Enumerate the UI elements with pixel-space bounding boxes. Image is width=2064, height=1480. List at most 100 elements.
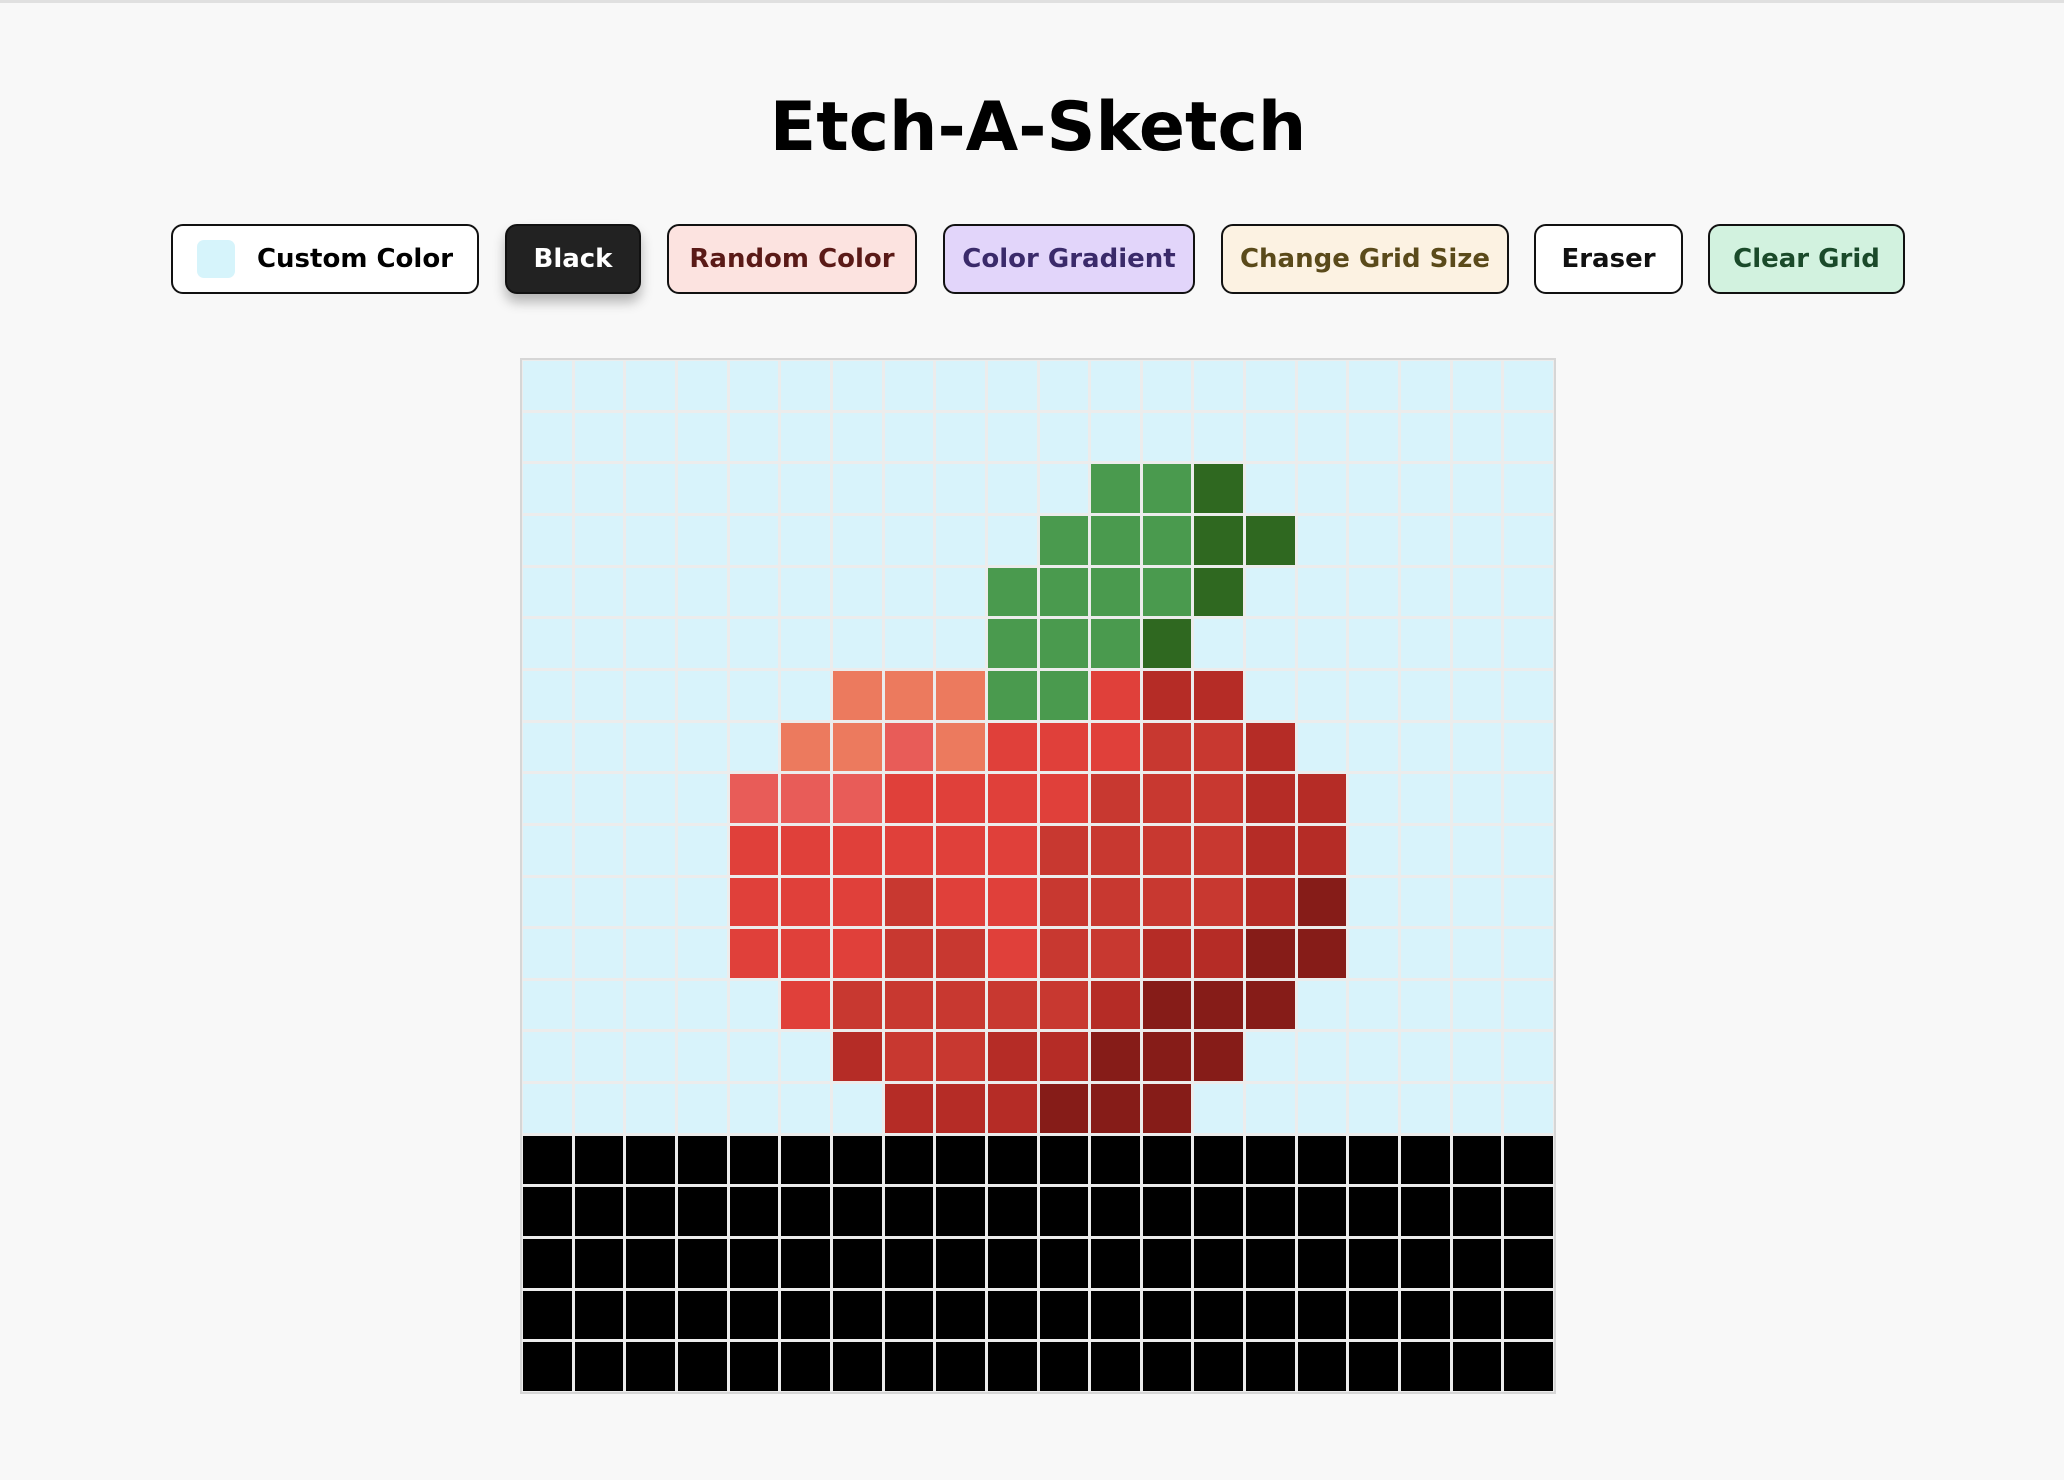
grid-cell[interactable]	[626, 980, 675, 1030]
grid-cell[interactable]	[1452, 619, 1502, 668]
grid-cell[interactable]	[1246, 412, 1295, 462]
grid-cell[interactable]	[1297, 825, 1347, 875]
grid-cell[interactable]	[626, 567, 675, 617]
grid-cell[interactable]	[574, 1135, 624, 1185]
grid-cell[interactable]	[1401, 1084, 1450, 1133]
grid-cell[interactable]	[987, 980, 1037, 1030]
grid-cell[interactable]	[677, 980, 727, 1030]
grid-cell[interactable]	[523, 774, 572, 823]
grid-cell[interactable]	[1091, 412, 1140, 462]
grid-cell[interactable]	[1142, 1187, 1192, 1237]
grid-cell[interactable]	[884, 1032, 934, 1082]
grid-cell[interactable]	[936, 825, 985, 875]
grid-cell[interactable]	[781, 1342, 830, 1391]
grid-cell[interactable]	[781, 1290, 830, 1340]
grid-cell[interactable]	[1194, 1135, 1244, 1185]
grid-cell[interactable]	[936, 515, 985, 565]
change-grid-size-button[interactable]: Change Grid Size	[1221, 224, 1509, 294]
grid-cell[interactable]	[832, 361, 882, 410]
grid-cell[interactable]	[1091, 1239, 1140, 1288]
grid-cell[interactable]	[987, 361, 1037, 410]
grid-cell[interactable]	[1504, 722, 1553, 772]
grid-cell[interactable]	[936, 980, 985, 1030]
grid-cell[interactable]	[574, 412, 624, 462]
grid-cell[interactable]	[1246, 1342, 1295, 1391]
black-button[interactable]: Black	[505, 224, 641, 294]
grid-cell[interactable]	[574, 1032, 624, 1082]
grid-cell[interactable]	[1504, 1342, 1553, 1391]
grid-cell[interactable]	[781, 619, 830, 668]
grid-cell[interactable]	[729, 515, 779, 565]
grid-cell[interactable]	[1142, 1032, 1192, 1082]
grid-cell[interactable]	[574, 1290, 624, 1340]
grid-cell[interactable]	[677, 464, 727, 513]
grid-cell[interactable]	[1504, 361, 1553, 410]
grid-cell[interactable]	[626, 464, 675, 513]
grid-cell[interactable]	[574, 515, 624, 565]
grid-cell[interactable]	[677, 929, 727, 978]
grid-cell[interactable]	[832, 774, 882, 823]
grid-cell[interactable]	[677, 619, 727, 668]
grid-cell[interactable]	[1504, 877, 1553, 927]
grid-cell[interactable]	[781, 412, 830, 462]
grid-cell[interactable]	[1452, 567, 1502, 617]
grid-cell[interactable]	[1349, 670, 1399, 720]
grid-cell[interactable]	[574, 980, 624, 1030]
grid-cell[interactable]	[832, 1032, 882, 1082]
grid-cell[interactable]	[1246, 1187, 1295, 1237]
grid-cell[interactable]	[1039, 464, 1089, 513]
grid-cell[interactable]	[1194, 1342, 1244, 1391]
grid-cell[interactable]	[1194, 1290, 1244, 1340]
grid-cell[interactable]	[1194, 774, 1244, 823]
grid-cell[interactable]	[1246, 567, 1295, 617]
grid-cell[interactable]	[1142, 1135, 1192, 1185]
grid-cell[interactable]	[987, 1032, 1037, 1082]
grid-cell[interactable]	[626, 412, 675, 462]
grid-cell[interactable]	[987, 412, 1037, 462]
grid-cell[interactable]	[523, 1239, 572, 1288]
grid-cell[interactable]	[1504, 567, 1553, 617]
grid-cell[interactable]	[1504, 515, 1553, 565]
grid-cell[interactable]	[884, 1084, 934, 1133]
grid-cell[interactable]	[677, 825, 727, 875]
grid-cell[interactable]	[781, 722, 830, 772]
grid-cell[interactable]	[729, 929, 779, 978]
grid-cell[interactable]	[1297, 980, 1347, 1030]
grid-cell[interactable]	[936, 1290, 985, 1340]
grid-cell[interactable]	[1401, 1135, 1450, 1185]
grid-cell[interactable]	[884, 412, 934, 462]
grid-cell[interactable]	[729, 670, 779, 720]
grid-cell[interactable]	[781, 1187, 830, 1237]
grid-cell[interactable]	[626, 1187, 675, 1237]
grid-cell[interactable]	[1452, 1342, 1502, 1391]
grid-cell[interactable]	[1401, 1032, 1450, 1082]
grid-cell[interactable]	[1504, 412, 1553, 462]
grid-cell[interactable]	[781, 877, 830, 927]
grid-cell[interactable]	[1504, 1084, 1553, 1133]
grid-cell[interactable]	[781, 929, 830, 978]
grid-cell[interactable]	[1349, 1290, 1399, 1340]
grid-cell[interactable]	[1142, 412, 1192, 462]
grid-cell[interactable]	[1091, 1187, 1140, 1237]
grid-cell[interactable]	[1039, 1290, 1089, 1340]
grid-cell[interactable]	[729, 1084, 779, 1133]
grid-cell[interactable]	[832, 464, 882, 513]
grid-cell[interactable]	[1091, 980, 1140, 1030]
grid-cell[interactable]	[1039, 825, 1089, 875]
grid-cell[interactable]	[936, 774, 985, 823]
grid-cell[interactable]	[884, 361, 934, 410]
grid-cell[interactable]	[574, 1342, 624, 1391]
grid-cell[interactable]	[1246, 670, 1295, 720]
grid-cell[interactable]	[1452, 980, 1502, 1030]
grid-cell[interactable]	[987, 1239, 1037, 1288]
grid-cell[interactable]	[1297, 1342, 1347, 1391]
grid-cell[interactable]	[884, 464, 934, 513]
grid-cell[interactable]	[574, 1239, 624, 1288]
eraser-button[interactable]: Eraser	[1534, 224, 1683, 294]
grid-cell[interactable]	[1039, 1187, 1089, 1237]
grid-cell[interactable]	[1142, 980, 1192, 1030]
grid-cell[interactable]	[523, 412, 572, 462]
grid-cell[interactable]	[729, 1342, 779, 1391]
grid-cell[interactable]	[1194, 361, 1244, 410]
grid-cell[interactable]	[1142, 774, 1192, 823]
